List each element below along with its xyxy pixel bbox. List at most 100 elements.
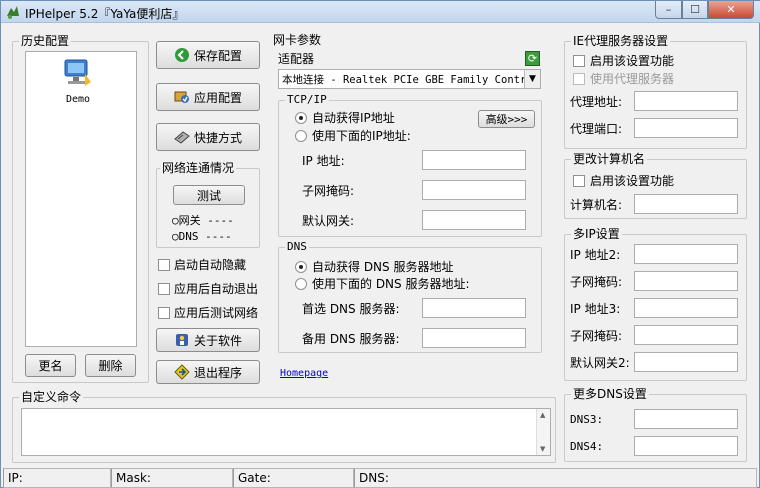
manual-dns-radio[interactable] bbox=[295, 278, 307, 290]
subnet-mask-input[interactable] bbox=[422, 180, 526, 200]
delete-button[interactable]: 删除 bbox=[85, 354, 136, 377]
alternate-dns-input[interactable] bbox=[422, 328, 526, 348]
dns-title: DNS bbox=[285, 240, 309, 254]
about-button[interactable]: 关于软件 bbox=[156, 328, 260, 352]
apply-icon bbox=[174, 89, 190, 105]
proxy-title: IE代理服务器设置 bbox=[571, 34, 671, 48]
app-logo-icon bbox=[7, 6, 19, 19]
proxy-port-input[interactable] bbox=[634, 118, 738, 138]
shortcut-button[interactable]: 快捷方式 bbox=[156, 123, 260, 151]
proxy-enable-checkbox[interactable] bbox=[573, 55, 585, 67]
mask2-label: 子网掩码: bbox=[570, 275, 623, 289]
use-proxy-checkbox[interactable] bbox=[573, 73, 585, 85]
dns4-input[interactable] bbox=[634, 436, 738, 456]
test-button[interactable]: 测试 bbox=[173, 185, 245, 205]
preferred-dns-input[interactable] bbox=[422, 298, 526, 318]
ip2-label: IP 地址2: bbox=[570, 248, 621, 262]
manual-dns-label: 使用下面的 DNS 服务器地址: bbox=[312, 277, 470, 291]
exit-after-apply-checkbox[interactable] bbox=[158, 283, 170, 295]
scroll-up-icon[interactable]: ▲ bbox=[540, 411, 545, 419]
mask3-label: 子网掩码: bbox=[570, 329, 623, 343]
ip2-input[interactable] bbox=[634, 244, 738, 264]
title-bar[interactable]: IPHelper 5.2『YaYa便利店』 – ☐ ✕ bbox=[1, 1, 760, 23]
auto-hide-label: 启动自动隐藏 bbox=[174, 258, 247, 272]
subnet-mask-label: 子网掩码: bbox=[302, 184, 355, 198]
computer-name-input[interactable] bbox=[634, 194, 738, 214]
dns4-label: DNS4: bbox=[570, 440, 604, 453]
chevron-down-icon[interactable]: ▼ bbox=[524, 70, 540, 88]
dns-group: DNS 自动获得 DNS 服务器地址 使用下面的 DNS 服务器地址: 首选 D… bbox=[278, 240, 542, 353]
manual-ip-radio[interactable] bbox=[295, 130, 307, 142]
rename-button[interactable]: 更名 bbox=[25, 354, 76, 377]
ip3-input[interactable] bbox=[634, 298, 738, 318]
status-ip: IP: bbox=[3, 468, 111, 488]
proxy-address-input[interactable] bbox=[634, 91, 738, 111]
dns3-input[interactable] bbox=[634, 409, 738, 429]
gateway2-input[interactable] bbox=[634, 352, 738, 372]
advanced-button[interactable]: 高级>>> bbox=[478, 110, 535, 128]
mask3-input[interactable] bbox=[634, 325, 738, 345]
multi-ip-group: 多IP设置 IP 地址2: 子网掩码: IP 地址3: 子网掩码: 默认网关2: bbox=[564, 227, 747, 381]
custom-command-group: 自定义命令 ▲ ▼ bbox=[12, 390, 556, 463]
apply-config-button[interactable]: 应用配置 bbox=[156, 83, 260, 111]
status-dns: DNS: bbox=[354, 468, 757, 488]
homepage-link[interactable]: Homepage bbox=[280, 367, 328, 381]
mask2-input[interactable] bbox=[634, 271, 738, 291]
ip-address-label: IP 地址: bbox=[302, 154, 345, 168]
more-dns-group: 更多DNS设置 DNS3: DNS4: bbox=[564, 387, 747, 462]
adapter-select[interactable]: 本地连接 - Realtek PCIe GBE Family Contr ▼ bbox=[278, 69, 541, 89]
shortcut-icon bbox=[174, 129, 190, 145]
window-title: IPHelper 5.2『YaYa便利店』 bbox=[25, 7, 185, 21]
test-after-apply-checkbox[interactable] bbox=[158, 307, 170, 319]
exit-after-apply-label: 应用后自动退出 bbox=[174, 282, 259, 296]
computer-name-group: 更改计算机名 启用该设置功能 计算机名: bbox=[564, 152, 747, 219]
list-item[interactable]: Demo bbox=[48, 56, 108, 105]
info-icon bbox=[174, 332, 190, 348]
exit-icon bbox=[174, 364, 190, 380]
default-gateway-label: 默认网关: bbox=[302, 214, 355, 228]
computer-name-enable-checkbox[interactable] bbox=[573, 175, 585, 187]
history-item-label: Demo bbox=[65, 94, 91, 105]
custom-command-textarea[interactable]: ▲ ▼ bbox=[21, 408, 551, 456]
auto-dns-label: 自动获得 DNS 服务器地址 bbox=[312, 260, 454, 274]
network-status-title: 网络连通情况 bbox=[160, 161, 237, 175]
exit-button[interactable]: 退出程序 bbox=[156, 360, 260, 384]
network-computer-icon bbox=[64, 59, 91, 86]
multi-ip-title: 多IP设置 bbox=[571, 227, 622, 241]
test-after-apply-label: 应用后测试网络 bbox=[174, 306, 259, 320]
close-button[interactable]: ✕ bbox=[708, 1, 754, 19]
adapter-label: 适配器 bbox=[278, 52, 315, 66]
manual-ip-label: 使用下面的IP地址: bbox=[312, 129, 411, 143]
proxy-group: IE代理服务器设置 启用该设置功能 使用代理服务器 代理地址: 代理端口: bbox=[564, 34, 747, 149]
preferred-dns-label: 首选 DNS 服务器: bbox=[302, 302, 400, 316]
custom-command-title: 自定义命令 bbox=[19, 390, 84, 404]
status-gate: Gate: bbox=[233, 468, 354, 488]
scroll-down-icon[interactable]: ▼ bbox=[540, 445, 545, 453]
use-proxy-label: 使用代理服务器 bbox=[590, 72, 675, 86]
tcpip-group: TCP/IP 自动获得IP地址 高级>>> 使用下面的IP地址: IP 地址: … bbox=[278, 93, 542, 237]
minimize-button[interactable]: – bbox=[655, 1, 682, 19]
gateway-status: ○网关 ---- bbox=[172, 214, 234, 227]
history-list[interactable]: Demo bbox=[25, 51, 137, 347]
status-mask: Mask: bbox=[111, 468, 233, 488]
gateway2-label: 默认网关2: bbox=[570, 356, 630, 370]
history-group: 历史配置 Demo 更名 删除 bbox=[12, 34, 149, 383]
default-gateway-input[interactable] bbox=[422, 210, 526, 230]
computer-name-enable-label: 启用该设置功能 bbox=[590, 174, 675, 188]
more-dns-title: 更多DNS设置 bbox=[571, 387, 649, 401]
auto-ip-radio[interactable] bbox=[295, 112, 307, 124]
dns-status: ○DNS ---- bbox=[172, 230, 232, 243]
app-window: IPHelper 5.2『YaYa便利店』 – ☐ ✕ 历史配置 Demo 更名… bbox=[0, 0, 760, 488]
auto-dns-radio[interactable] bbox=[295, 261, 307, 273]
save-config-button[interactable]: 保存配置 bbox=[156, 41, 260, 69]
maximize-button[interactable]: ☐ bbox=[682, 1, 708, 19]
ip-address-input[interactable] bbox=[422, 150, 526, 170]
proxy-port-label: 代理端口: bbox=[570, 122, 623, 136]
network-status-group: 网络连通情况 测试 ○网关 ---- ○DNS ---- bbox=[156, 161, 260, 248]
scrollbar[interactable]: ▲ ▼ bbox=[536, 409, 550, 455]
auto-hide-checkbox[interactable] bbox=[158, 259, 170, 271]
save-icon bbox=[174, 47, 190, 63]
auto-ip-label: 自动获得IP地址 bbox=[312, 111, 395, 125]
refresh-icon[interactable]: ⟳ bbox=[525, 51, 540, 66]
computer-name-label: 计算机名: bbox=[570, 198, 623, 212]
